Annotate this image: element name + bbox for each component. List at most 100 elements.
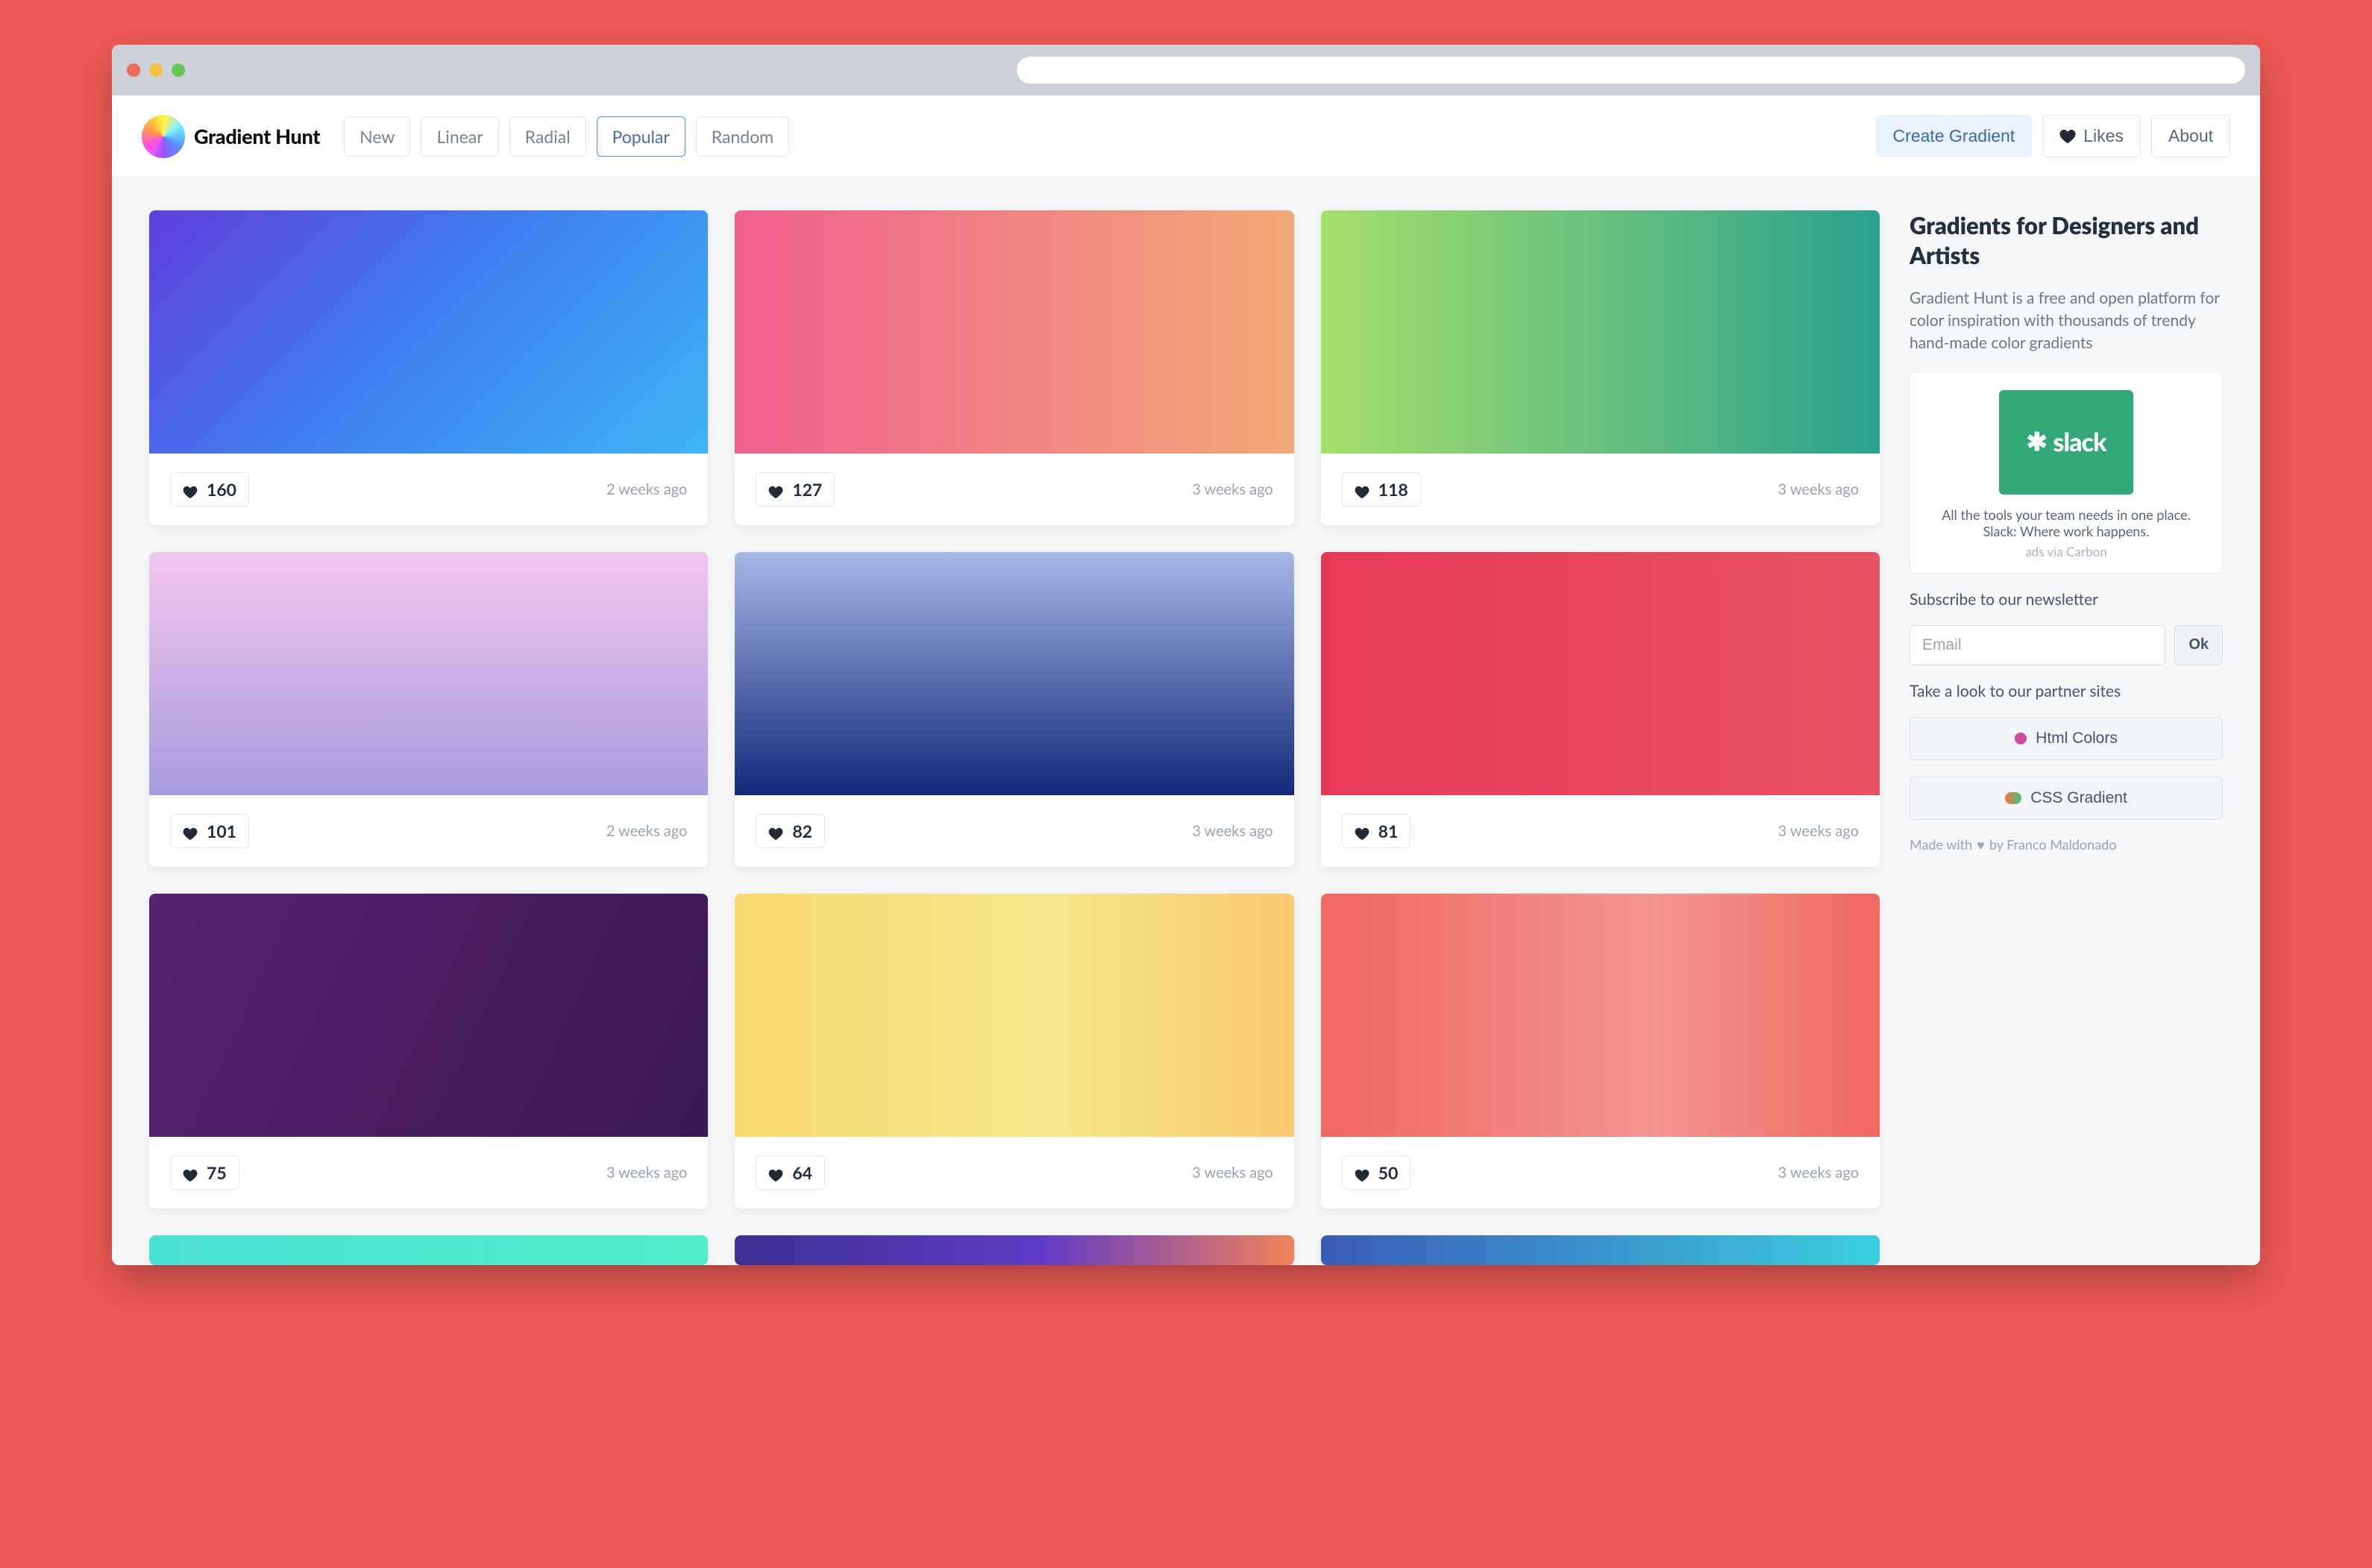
- nav-tab-linear[interactable]: Linear: [421, 116, 498, 157]
- gradient-age: 2 weeks ago: [606, 480, 687, 498]
- gradient-swatch[interactable]: [1321, 894, 1880, 1137]
- carbon-ad[interactable]: ✱ slack All the tools your team needs in…: [1910, 371, 2223, 574]
- css-gradient-icon: [2005, 792, 2021, 804]
- gradient-swatch[interactable]: [1321, 552, 1880, 795]
- sidebar-description: Gradient Hunt is a free and open platfor…: [1910, 287, 2223, 355]
- gradient-age: 3 weeks ago: [1192, 822, 1273, 840]
- hash-icon: ✱: [2026, 427, 2053, 457]
- ad-brand-label: slack: [2053, 427, 2106, 457]
- window-close-dot[interactable]: [127, 63, 140, 77]
- like-count: 160: [207, 479, 236, 500]
- gradient-age: 3 weeks ago: [1778, 1164, 1859, 1182]
- gradient-age: 3 weeks ago: [1192, 1164, 1273, 1182]
- ad-text: All the tools your team needs in one pla…: [1928, 507, 2204, 539]
- window-zoom-dot[interactable]: [172, 63, 185, 77]
- likes-nav-button[interactable]: Likes: [2042, 115, 2141, 157]
- nav-tab-random[interactable]: Random: [696, 116, 789, 157]
- gradient-age: 3 weeks ago: [1778, 480, 1859, 498]
- gradient-card-footer: 64 3 weeks ago: [735, 1137, 1293, 1208]
- heart-icon: ♥: [1977, 836, 1985, 853]
- content-area: 160 2 weeks ago 127 3 weeks ago 118 3 weeks a…: [112, 178, 2260, 1265]
- gradient-swatch[interactable]: [735, 552, 1293, 795]
- browser-url-bar[interactable]: [1017, 57, 2245, 84]
- gradient-card[interactable]: 160 2 weeks ago: [149, 210, 708, 525]
- gradient-card[interactable]: 813 weeks ago: [1321, 552, 1880, 867]
- like-count: 75: [207, 1162, 227, 1183]
- subscribe-label: Subscribe to our newsletter: [1910, 590, 2223, 609]
- subscribe-ok-button[interactable]: Ok: [2174, 625, 2223, 665]
- html-colors-icon: [2015, 733, 2027, 744]
- ad-brand-tile: ✱ slack: [1999, 390, 2133, 495]
- like-count: 81: [1378, 821, 1399, 841]
- like-button[interactable]: 160: [170, 472, 249, 507]
- credit-suffix: by Franco Maldonado: [1989, 836, 2117, 853]
- gradient-swatch[interactable]: [1321, 210, 1880, 454]
- window-minimize-dot[interactable]: [149, 63, 163, 77]
- site-navbar: Gradient Hunt New Linear Radial Popular Rand…: [112, 95, 2260, 178]
- gradient-card[interactable]: 1012 weeks ago: [149, 552, 708, 867]
- gradient-swatch[interactable]: [735, 1235, 1293, 1265]
- gradient-age: 3 weeks ago: [606, 1164, 687, 1182]
- gradient-swatch[interactable]: [149, 1235, 708, 1265]
- gradient-card-footer: 127 3 weeks ago: [735, 454, 1293, 525]
- heart-icon: [183, 482, 199, 497]
- gradient-card[interactable]: 64 3 weeks ago: [735, 894, 1293, 1208]
- partner-css-gradient-button[interactable]: CSS Gradient: [1910, 777, 2223, 820]
- gradient-age: 3 weeks ago: [1192, 480, 1273, 498]
- create-gradient-label: Create Gradient: [1893, 126, 2015, 146]
- partner-html-colors-button[interactable]: Html Colors: [1910, 717, 2223, 760]
- gradient-card[interactable]: 75 3 weeks ago: [149, 894, 708, 1208]
- sidebar-title: Gradients for Designers and Artists: [1910, 210, 2223, 271]
- gradient-swatch[interactable]: [735, 894, 1293, 1137]
- heart-icon: [768, 824, 785, 838]
- gradient-card[interactable]: 127 3 weeks ago: [735, 210, 1293, 525]
- heart-icon: [768, 1165, 785, 1180]
- gradient-card-footer: 1012 weeks ago: [149, 795, 708, 867]
- like-button[interactable]: 64: [756, 1155, 825, 1190]
- like-button[interactable]: 50: [1342, 1155, 1411, 1190]
- gradient-card[interactable]: 50 3 weeks ago: [1321, 894, 1880, 1208]
- about-nav-button[interactable]: About: [2151, 115, 2230, 157]
- gradient-card[interactable]: [1321, 1235, 1880, 1265]
- gradient-swatch[interactable]: [149, 552, 708, 795]
- email-field[interactable]: [1910, 625, 2165, 665]
- gradient-grid: 160 2 weeks ago 127 3 weeks ago 118 3 weeks a…: [149, 210, 1880, 1265]
- nav-tab-popular[interactable]: Popular: [597, 116, 685, 157]
- gradient-swatch[interactable]: [149, 894, 708, 1137]
- gradient-swatch[interactable]: [149, 210, 708, 454]
- like-button[interactable]: 75: [170, 1155, 239, 1190]
- credit-line: Made with ♥ by Franco Maldonado: [1910, 836, 2223, 853]
- like-button[interactable]: 81: [1342, 814, 1411, 848]
- nav-tab-new[interactable]: New: [344, 116, 410, 157]
- gradient-swatch[interactable]: [735, 210, 1293, 454]
- subscribe-ok-label: Ok: [2189, 636, 2209, 653]
- partner-2-label: CSS Gradient: [2030, 789, 2127, 807]
- gradient-card[interactable]: 82 3 weeks ago: [735, 552, 1293, 867]
- create-gradient-button[interactable]: Create Gradient: [1876, 115, 2033, 157]
- brand-logo-icon: [142, 115, 185, 158]
- like-button[interactable]: 118: [1342, 472, 1421, 507]
- heart-icon: [768, 482, 785, 497]
- partner-label: Take a look to our partner sites: [1910, 682, 2223, 700]
- gradient-card[interactable]: [735, 1235, 1293, 1265]
- heart-icon: [183, 824, 199, 838]
- sidebar: Gradients for Designers and Artists Grad…: [1910, 210, 2223, 853]
- likes-nav-label: Likes: [2083, 126, 2124, 146]
- subscribe-row: Ok: [1910, 625, 2223, 665]
- brand-link[interactable]: Gradient Hunt: [142, 115, 320, 158]
- nav-tab-radial[interactable]: Radial: [509, 116, 586, 157]
- like-button[interactable]: 101: [170, 814, 249, 848]
- gradient-card[interactable]: [149, 1235, 708, 1265]
- gradient-card[interactable]: 118 3 weeks ago: [1321, 210, 1880, 525]
- gradient-card-footer: 813 weeks ago: [1321, 795, 1880, 867]
- like-button[interactable]: 127: [756, 472, 835, 507]
- like-count: 127: [792, 479, 822, 500]
- heart-icon: [2059, 129, 2076, 144]
- brand-title: Gradient Hunt: [194, 124, 320, 148]
- heart-icon: [183, 1165, 199, 1180]
- heart-icon: [1355, 482, 1371, 497]
- gradient-card-footer: 118 3 weeks ago: [1321, 454, 1880, 525]
- gradient-swatch[interactable]: [1321, 1235, 1880, 1265]
- gradient-card-footer: 50 3 weeks ago: [1321, 1137, 1880, 1208]
- like-button[interactable]: 82: [756, 814, 825, 848]
